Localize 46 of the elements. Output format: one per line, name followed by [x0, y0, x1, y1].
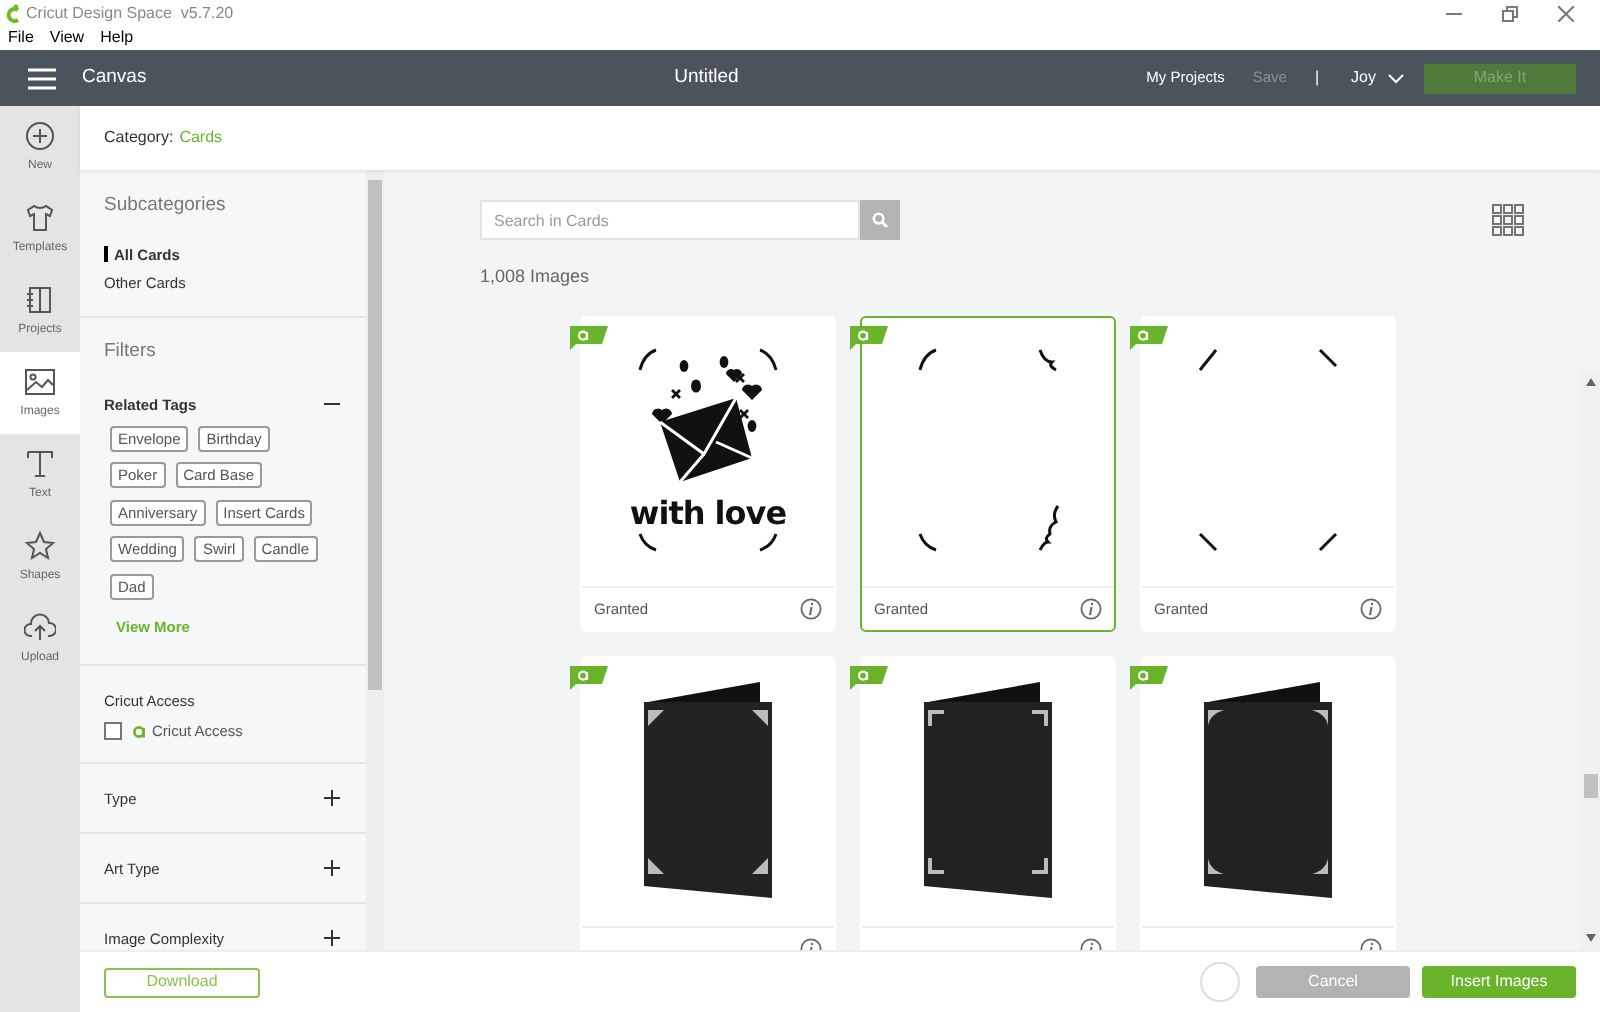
image-card[interactable]: [580, 655, 836, 950]
expand-icon[interactable]: [324, 790, 340, 807]
app-logo-icon: [6, 3, 22, 23]
menu-item[interactable]: View: [49, 26, 85, 50]
scroll-up-icon[interactable]: [1585, 378, 1595, 386]
upload-icon: [24, 611, 56, 643]
section-title: Canvas: [82, 63, 147, 92]
image-card[interactable]: [1140, 655, 1396, 950]
scroll-down-icon[interactable]: [1585, 934, 1595, 942]
section-heading: Filters: [104, 338, 158, 367]
restore-icon[interactable]: [1502, 5, 1518, 21]
info-icon[interactable]: [800, 597, 822, 620]
section-heading: Subcategories: [104, 192, 228, 220]
search-icon: [872, 212, 888, 228]
close-icon[interactable]: [1558, 5, 1574, 21]
menu-item[interactable]: File: [8, 26, 34, 50]
category-label: Category:: [104, 126, 174, 150]
image-count: 1,008 Images: [480, 264, 592, 290]
expand-icon[interactable]: [324, 860, 340, 877]
images-icon: [24, 365, 56, 397]
access-icon: [132, 724, 146, 739]
expand-icon[interactable]: [324, 930, 340, 947]
menu-icon[interactable]: [28, 67, 56, 89]
checkbox[interactable]: [104, 722, 122, 741]
art-text: with love: [627, 491, 789, 536]
projects-icon: [24, 283, 56, 315]
image-card[interactable]: [860, 655, 1116, 950]
scrollbar-thumb[interactable]: [368, 180, 382, 690]
scrollbar[interactable]: [1580, 370, 1600, 950]
text-icon: [24, 447, 56, 479]
menu-item[interactable]: Help: [100, 26, 134, 50]
grid-view-icon[interactable]: [1492, 204, 1524, 236]
shapes-icon: [24, 529, 56, 561]
scrollbar-thumb[interactable]: [1583, 774, 1597, 798]
document-title: Untitled: [672, 63, 741, 92]
info-icon[interactable]: [1080, 597, 1102, 620]
info-icon[interactable]: [1360, 597, 1382, 620]
window-title: Cricut Design Space v5.7.20: [26, 1, 234, 25]
scrollbar[interactable]: [366, 170, 384, 950]
search-field[interactable]: Search in Cards: [480, 200, 860, 240]
loading-spinner: [1200, 962, 1240, 1002]
templates-icon: [24, 201, 56, 233]
user-menu[interactable]: Joy: [1351, 66, 1404, 90]
chevron-down-icon: [1388, 73, 1404, 83]
new-icon: [24, 119, 56, 151]
separator-text: |: [1314, 66, 1320, 90]
